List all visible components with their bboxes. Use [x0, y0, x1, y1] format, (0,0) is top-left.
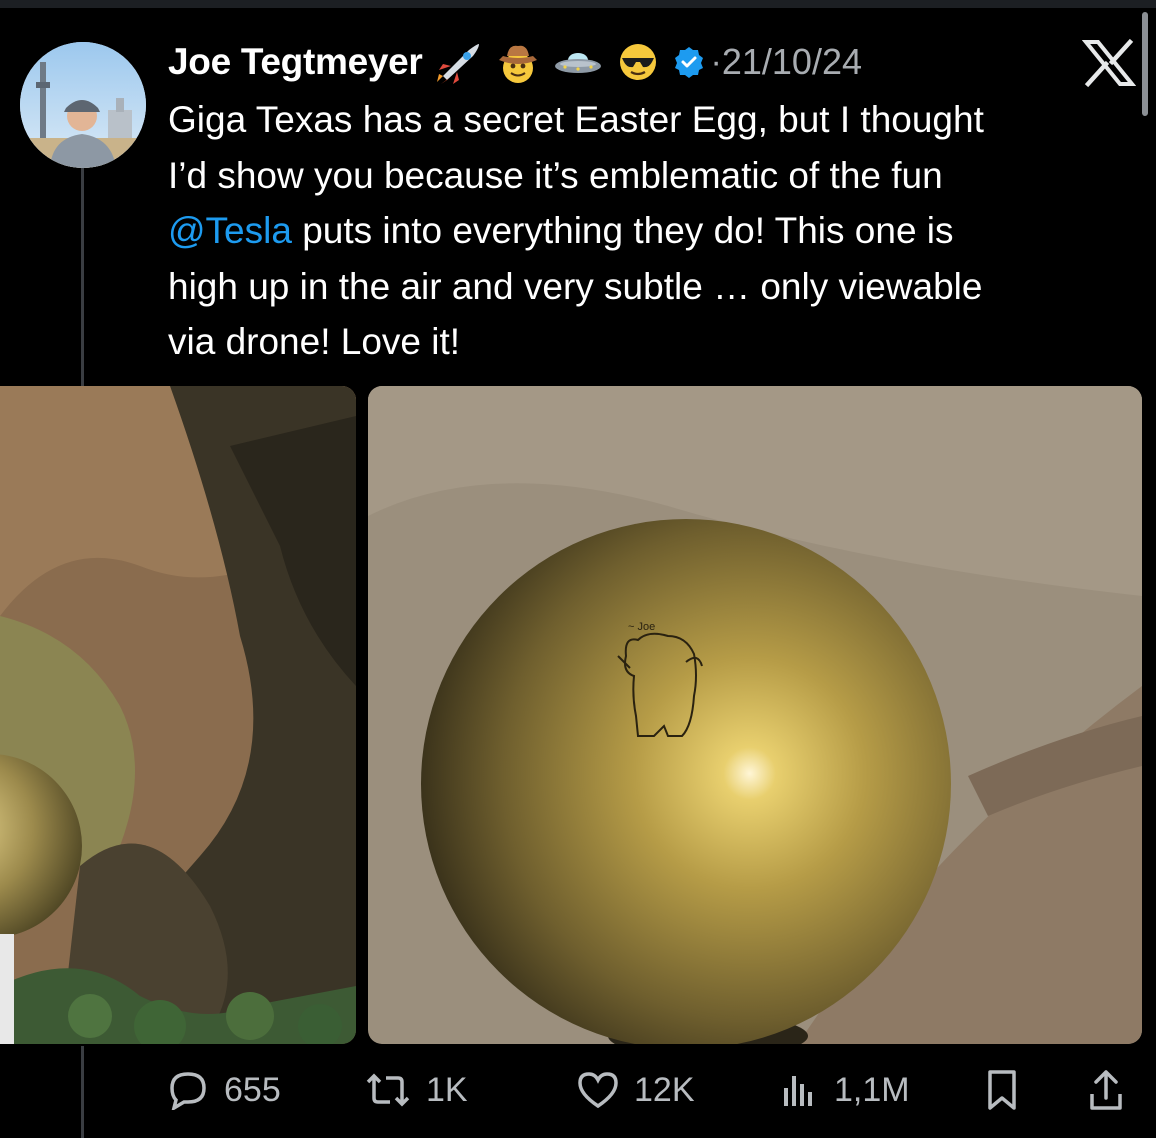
x-logo-icon[interactable] — [1082, 38, 1136, 88]
tweet-header: Joe Tegtmeyer · 21/10/24 — [168, 34, 862, 90]
photo-left[interactable] — [0, 386, 356, 1044]
photo-right[interactable]: ~ Joe — [368, 386, 1142, 1044]
heart-icon — [578, 1072, 618, 1109]
reply-button[interactable]: 655 — [166, 1060, 281, 1120]
tweet-actions: 655 1K 12K 1,1M — [0, 1060, 1156, 1120]
author-name[interactable]: Joe Tegtmeyer — [168, 41, 423, 83]
top-divider — [0, 0, 1156, 8]
like-button[interactable]: 12K — [576, 1060, 695, 1120]
share-button[interactable] — [1086, 1060, 1140, 1120]
share-icon — [1090, 1070, 1122, 1110]
reply-icon — [170, 1072, 206, 1110]
repost-count: 1K — [426, 1070, 468, 1109]
reply-count: 655 — [224, 1070, 281, 1109]
cowboy-hat-face-icon — [498, 45, 537, 83]
repost-button[interactable]: 1K — [364, 1060, 468, 1120]
verified-badge-icon — [674, 47, 703, 78]
avatar[interactable] — [20, 42, 146, 168]
like-count: 12K — [634, 1070, 695, 1109]
bookmark-icon — [988, 1070, 1016, 1110]
thread-line — [81, 168, 84, 386]
analytics-icon — [784, 1076, 812, 1106]
tweet-date[interactable]: 21/10/24 — [722, 41, 862, 83]
separator-dot: · — [710, 42, 722, 81]
repost-icon — [366, 1073, 410, 1107]
rocket-icon — [436, 44, 479, 84]
scrollbar[interactable] — [1142, 12, 1148, 116]
tweet-text: Giga Texas has a secret Easter Egg, but … — [168, 92, 1128, 370]
mention-link[interactable]: @Tesla — [168, 210, 292, 251]
bookmark-button[interactable] — [982, 1060, 1036, 1120]
views-button[interactable]: 1,1M — [780, 1060, 910, 1120]
flying-saucer-icon — [554, 53, 601, 73]
engraving-text: ~ Joe — [628, 621, 655, 633]
sunglasses-face-icon — [619, 44, 656, 80]
tweet-text-part-1: Giga Texas has a secret Easter Egg, but … — [168, 99, 984, 196]
views-count: 1,1M — [834, 1070, 910, 1109]
